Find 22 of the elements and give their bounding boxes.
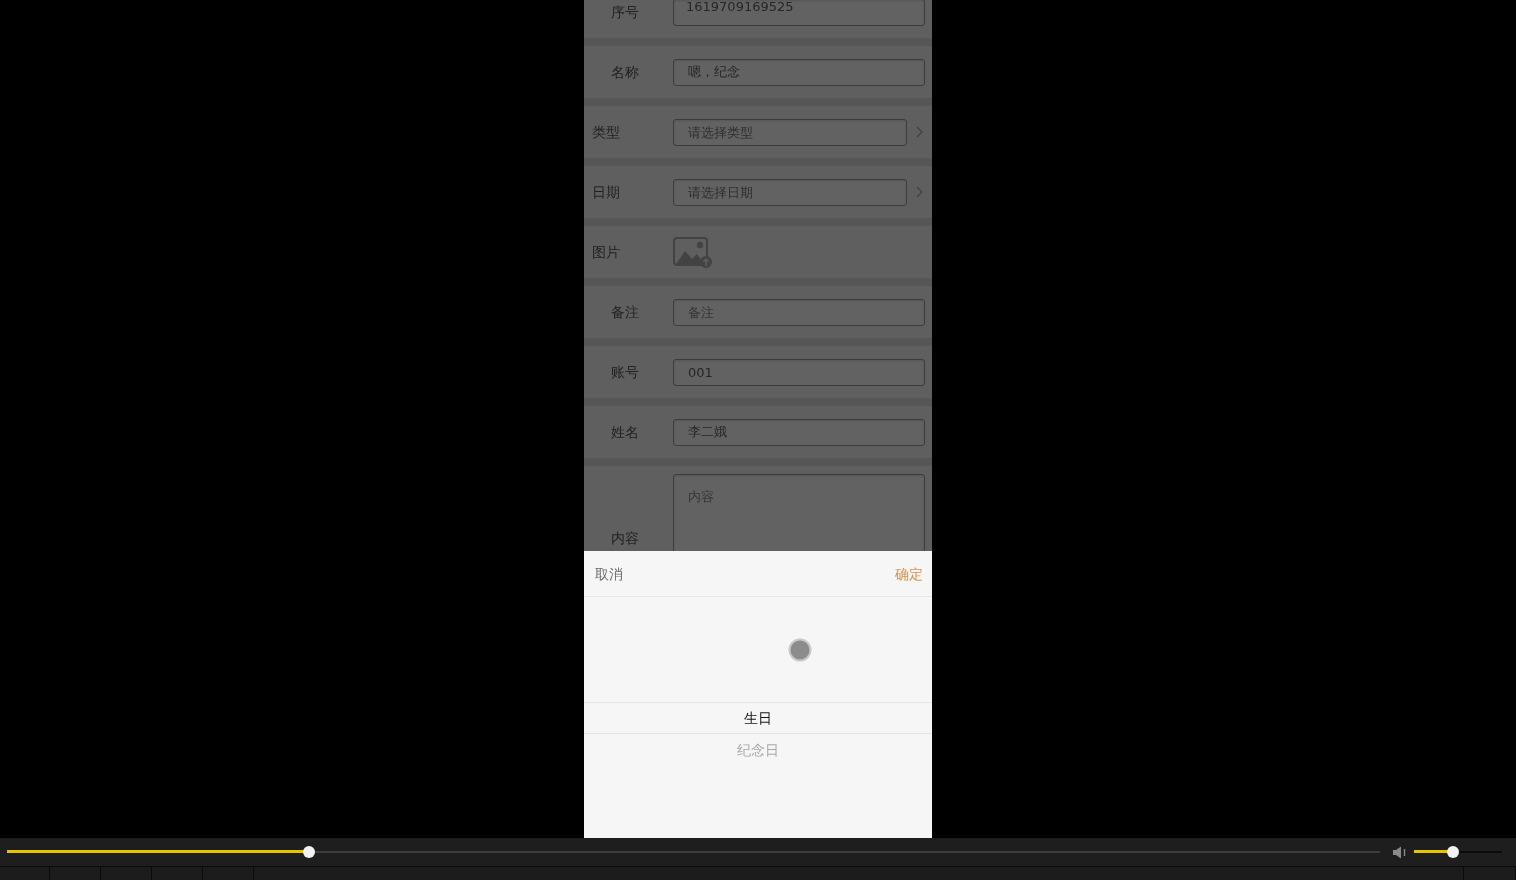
- field-label: 账号: [611, 364, 639, 380]
- field-label: 日期: [592, 184, 620, 200]
- text-field[interactable]: 1619709169525: [673, 0, 925, 26]
- field-label: 内容: [611, 530, 639, 546]
- text-field[interactable]: 001: [673, 358, 925, 386]
- text-field[interactable]: 李二娥: [673, 418, 925, 446]
- field-label: 序号: [611, 4, 639, 20]
- field-label: 姓名: [611, 424, 639, 440]
- cancel-button[interactable]: 取消: [595, 565, 623, 582]
- field-label: 类型: [592, 124, 620, 140]
- text-field[interactable]: 嗯，纪念: [673, 58, 925, 86]
- slider-handle[interactable]: [1446, 846, 1459, 858]
- slider-handle[interactable]: [303, 846, 316, 858]
- field-label: 名称: [611, 64, 639, 80]
- chevron-right-icon: [916, 126, 923, 138]
- picker-option[interactable]: 生日: [744, 710, 772, 726]
- field-label: 备注: [611, 304, 639, 320]
- field-label: 图片: [592, 244, 620, 260]
- chevron-right-icon: [916, 186, 923, 198]
- volume-icon[interactable]: [1392, 845, 1407, 859]
- confirm-button[interactable]: 确定: [895, 565, 923, 582]
- picker-option[interactable]: 纪念日: [737, 742, 779, 758]
